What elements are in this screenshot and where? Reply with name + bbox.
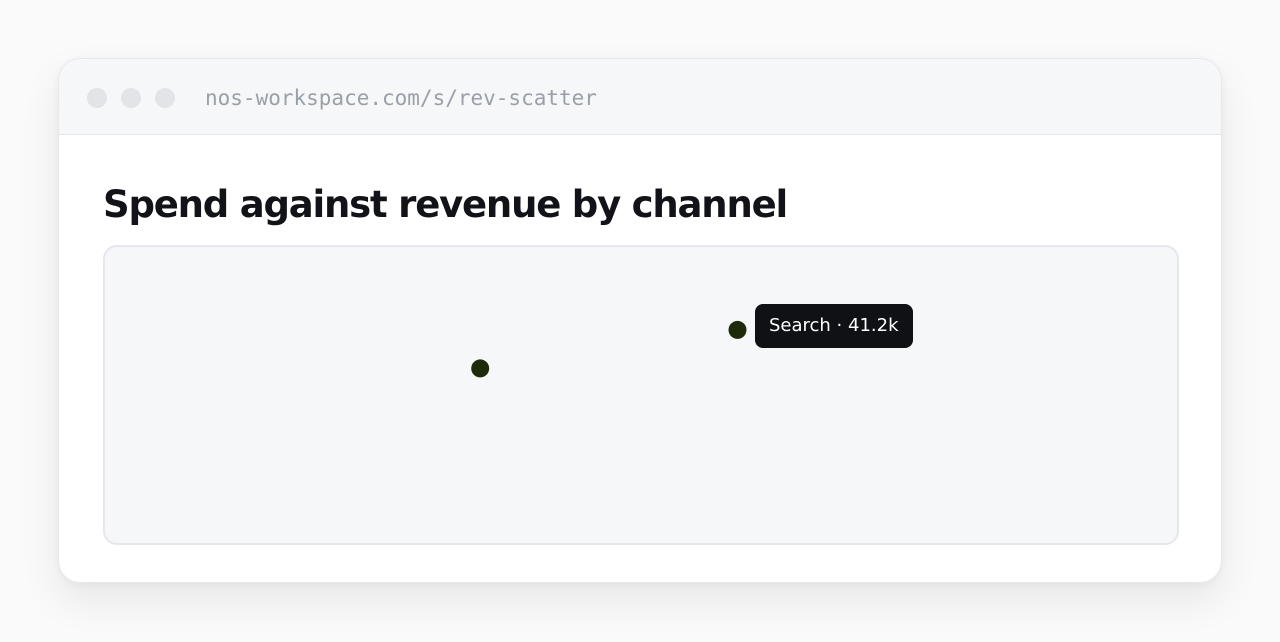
browser-titlebar: nos-workspace.com/s/rev-scatter — [59, 59, 1221, 135]
scatter-chart — [471, 320, 747, 378]
address-bar-url[interactable]: nos-workspace.com/s/rev-scatter — [205, 83, 597, 113]
window-close-dot[interactable] — [87, 88, 107, 108]
scatter-plot-area: Search · 41.2k — [103, 245, 1179, 545]
browser-window: nos-workspace.com/s/rev-scatter Spend ag… — [58, 58, 1222, 583]
point-tooltip: Search · 41.2k — [755, 304, 913, 348]
scatter-point-1[interactable] — [471, 359, 490, 378]
scatter-point-2[interactable] — [728, 320, 747, 339]
window-minimize-dot[interactable] — [121, 88, 141, 108]
page-title: Spend against revenue by channel — [103, 183, 788, 226]
window-maximize-dot[interactable] — [155, 88, 175, 108]
